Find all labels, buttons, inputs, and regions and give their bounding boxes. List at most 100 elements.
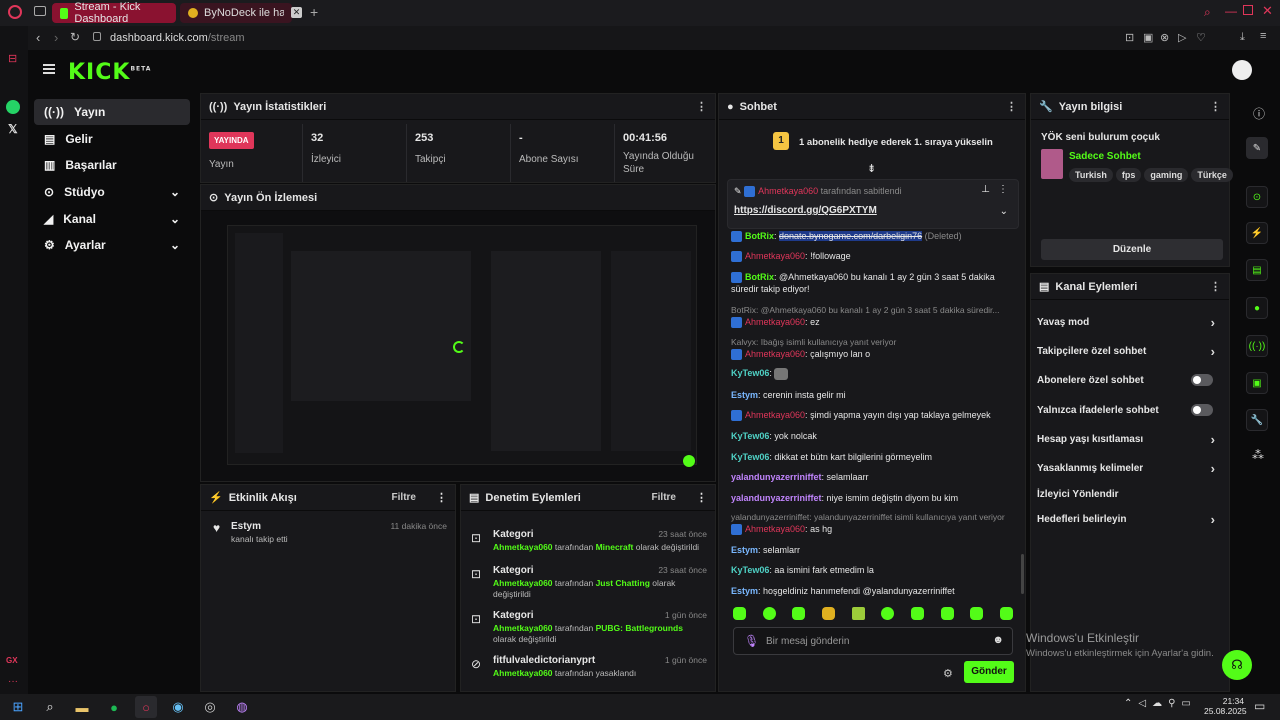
chat-reply-preview[interactable]: Kalvyx: Ibağış isimli kullanıcıya yanıt … — [731, 336, 1016, 348]
notifications-icon[interactable]: ▭ — [1254, 699, 1265, 713]
chat-user[interactable]: BotRix — [745, 272, 774, 282]
pinned-link[interactable]: https://discord.gg/QG6PXTYM — [734, 205, 877, 216]
discord-icon[interactable]: ◍ — [231, 696, 253, 718]
url-text[interactable]: dashboard.kick.com/stream — [110, 32, 245, 44]
chat-message[interactable]: Estym: hoşgeldiniz hanımefendi @yalandun… — [731, 585, 1016, 597]
opera-gx-icon[interactable]: ○ — [135, 696, 157, 718]
more-options-icon[interactable]: ⋮ — [1210, 100, 1221, 113]
obs-icon[interactable]: ◎ — [199, 696, 221, 718]
chevron-down-icon[interactable]: ⌄ — [1000, 206, 1008, 217]
chat-message[interactable]: KyTew06: yok nolcak — [731, 430, 1016, 442]
snapshot-icon[interactable]: ▣ — [1143, 31, 1153, 44]
event-target[interactable]: Just Chatting — [596, 578, 650, 588]
chat-message[interactable]: Estym: selamlarr — [731, 544, 1016, 556]
opera-logo-icon[interactable] — [8, 5, 22, 19]
sidebar-item-kanal[interactable]: ◢ Kanal ⌄ — [34, 206, 190, 232]
collapse-icon[interactable]: ⇟ — [867, 162, 876, 175]
search-icon[interactable]: ⌕ — [39, 696, 61, 718]
search-icon[interactable]: ⌕ — [1204, 5, 1211, 20]
minimize-icon[interactable]: — — [1225, 4, 1237, 18]
chat-message[interactable]: yalandunyazerriniffet: selamlaarr — [731, 471, 1016, 483]
subscribers-only-toggle[interactable] — [1191, 374, 1213, 386]
unpin-icon[interactable]: ⊥ — [981, 184, 990, 195]
chat-user[interactable]: Ahmetkaya060 — [745, 524, 805, 534]
action-slow-mode[interactable]: Yavaş mod › — [1037, 312, 1227, 332]
tab-bynodeck[interactable]: ByNoDeck ile harika... — [180, 3, 292, 23]
chat-message[interactable]: KyTew06: aa ismini fark etmedim la — [731, 564, 1016, 576]
workspaces-icon[interactable] — [34, 6, 46, 16]
steam-icon[interactable]: ◉ — [167, 696, 189, 718]
file-explorer-icon[interactable]: ▬ — [71, 696, 93, 718]
emote-icon[interactable] — [910, 607, 924, 620]
emote-icon[interactable] — [940, 607, 954, 620]
action-banned-words[interactable]: Yasaklanmış kelimeler › — [1037, 458, 1227, 478]
sidebar-item-gelir[interactable]: ▤ Gelir — [34, 126, 190, 152]
chat-message[interactable]: BotRix: donate.bynogame.com/darbeligin76… — [731, 230, 1016, 243]
kick-logo[interactable]: KICKBETA — [68, 60, 151, 85]
studio-tool-icon[interactable]: ⊙ — [1246, 186, 1268, 208]
clock[interactable]: 21:34 25.08.2025 — [1204, 696, 1247, 716]
emote-icon[interactable] — [792, 607, 806, 620]
reload-icon[interactable]: ↻ — [70, 30, 80, 44]
chat-message[interactable]: Ahmetkaya060: şimdi yapma yayın dışı yap… — [731, 409, 1016, 422]
chat-message[interactable]: Estym: cerenin insta gelir mi — [731, 389, 1016, 401]
more-options-icon[interactable]: ⋮ — [998, 184, 1008, 195]
chat-message[interactable]: Ahmetkaya060: çalışmıyo lan o — [731, 348, 1016, 361]
edit-tool-icon[interactable]: ✎ — [1246, 137, 1268, 159]
emoji-icon[interactable]: ☻ — [992, 634, 1004, 646]
close-tab-icon[interactable]: ✕ — [291, 7, 302, 18]
info-icon[interactable]: ⓘ — [1253, 105, 1265, 122]
action-emote-only[interactable]: Yalnızca ifadelerle sohbet — [1037, 400, 1227, 420]
chat-user[interactable]: KyTew06 — [731, 431, 769, 441]
emote-icon[interactable] — [851, 607, 865, 620]
emote-icon[interactable] — [999, 607, 1013, 620]
wrench-tool-icon[interactable]: 🔧 — [1246, 409, 1268, 431]
more-options-icon[interactable]: ⋮ — [696, 491, 707, 504]
broadcast-tool-icon[interactable]: ((·)) — [1246, 335, 1268, 357]
new-tab-icon[interactable]: + — [310, 4, 318, 20]
stream-preview-video[interactable] — [201, 211, 715, 481]
action-set-goals[interactable]: Hedefleri belirleyin › — [1037, 509, 1227, 529]
adblock-icon[interactable]: ⊗ — [1160, 31, 1169, 44]
menu-icon[interactable]: ≡ — [1260, 30, 1266, 42]
add-widget-icon[interactable]: ⁂ — [1252, 448, 1264, 462]
whatsapp-icon[interactable] — [6, 100, 20, 114]
gx-icon[interactable]: GX — [6, 656, 18, 665]
x-twitter-icon[interactable]: 𝕏 — [8, 122, 18, 136]
gift-leaderboard-text[interactable]: 1 abonelik hediye ederek 1. sıraya yükse… — [799, 137, 993, 148]
more-options-icon[interactable]: ⋮ — [436, 491, 447, 504]
chat-message[interactable]: KyTew06: — [731, 367, 1016, 380]
heart-icon[interactable]: ♡ — [1196, 31, 1206, 44]
event-target[interactable]: PUBG: Battlegrounds — [596, 623, 683, 633]
filter-button[interactable]: Filtre — [392, 492, 416, 503]
pinned-user[interactable]: Ahmetkaya060 — [758, 186, 818, 196]
back-icon[interactable]: ‹ — [36, 30, 40, 45]
chat-user[interactable]: BotRix — [745, 231, 774, 241]
chat-settings-icon[interactable]: ⚙ — [943, 667, 953, 680]
chat-message[interactable]: BotRix: @Ahmetkaya060 bu kanalı 1 ay 2 g… — [731, 271, 1016, 295]
maximize-icon[interactable] — [1243, 5, 1253, 15]
event-target[interactable]: Minecraft — [596, 542, 634, 552]
chat-user[interactable]: Ahmetkaya060 — [745, 349, 805, 359]
emote-icon[interactable] — [970, 607, 984, 620]
chat-user[interactable]: KyTew06 — [731, 565, 769, 575]
download-icon[interactable]: ⤓ — [1240, 31, 1245, 44]
chat-user[interactable]: Ahmetkaya060 — [745, 317, 805, 327]
chat-reply-preview[interactable]: yalandunyazerriniffet: yalandunyazerrini… — [731, 511, 1016, 523]
more-icon[interactable]: ··· — [8, 676, 18, 687]
chat-scrollbar[interactable] — [1021, 554, 1024, 594]
tab-kick-dashboard[interactable]: Stream - Kick Dashboard — [52, 1, 176, 25]
chat-reply-preview[interactable]: BotRix: @Ahmetkaya060 bu kanalı 1 ay 2 g… — [731, 304, 1016, 316]
send-button[interactable]: Gönder — [964, 661, 1014, 683]
activity-tool-icon[interactable]: ⚡ — [1246, 222, 1268, 244]
event-user[interactable]: Ahmetkaya060 — [493, 542, 553, 552]
event-user[interactable]: Ahmetkaya060 — [493, 668, 553, 678]
filter-button[interactable]: Filtre — [652, 492, 676, 503]
emote-icon[interactable] — [881, 607, 895, 620]
chat-tool-icon[interactable]: ● — [1246, 297, 1268, 319]
chat-input[interactable]: 🎙 Bir mesaj gönderin ☻ — [733, 627, 1013, 655]
bookmark-icon[interactable]: ⊡ — [1125, 31, 1134, 44]
chat-user[interactable]: KyTew06 — [731, 452, 769, 462]
actions-tool-icon[interactable]: ▣ — [1246, 372, 1268, 394]
chat-user[interactable]: yalandunyazerriniffet — [731, 493, 822, 503]
